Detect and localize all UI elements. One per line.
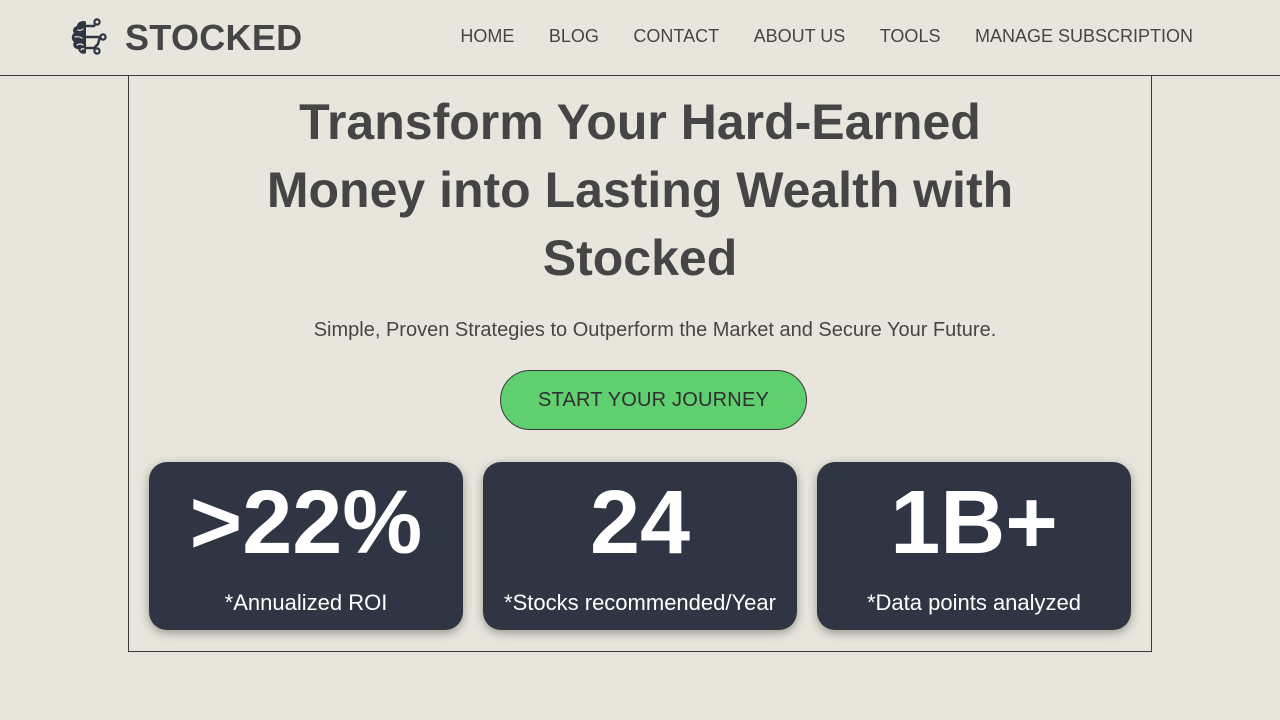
brain-circuit-icon — [71, 18, 107, 55]
stat-value: 1B+ — [890, 473, 1058, 573]
nav-home[interactable]: HOME — [460, 26, 514, 47]
stat-value: 24 — [589, 473, 691, 573]
nav-blog[interactable]: BLOG — [549, 26, 599, 47]
site-header: STOCKED HOME BLOG CONTACT ABOUT US TOOLS… — [0, 0, 1280, 76]
brand-logo[interactable]: STOCKED — [70, 17, 302, 59]
stat-card-data-points: 1B+ *Data points analyzed — [817, 462, 1131, 630]
stat-value: >22% — [189, 473, 423, 573]
stat-label: *Data points analyzed — [866, 590, 1082, 615]
stat-label: *Stocks recommended/Year — [504, 590, 776, 615]
hero-headline: Transform Your Hard-Earned Money into La… — [0, 88, 1280, 292]
hero-subtitle: Simple, Proven Strategies to Outperform … — [313, 319, 997, 341]
main-nav: HOME BLOG CONTACT ABOUT US TOOLS MANAGE … — [460, 26, 1193, 47]
nav-about-us[interactable]: ABOUT US — [754, 26, 846, 47]
nav-contact[interactable]: CONTACT — [633, 26, 719, 47]
stat-label: *Annualized ROI — [224, 590, 388, 615]
start-journey-button[interactable]: START YOUR JOURNEY — [500, 370, 807, 430]
hero-headline-text: Transform Your Hard-Earned Money into La… — [266, 94, 1014, 286]
nav-manage-subscription[interactable]: MANAGE SUBSCRIPTION — [975, 26, 1193, 47]
brand-name: STOCKED — [125, 17, 303, 58]
stat-card-roi: >22% *Annualized ROI — [149, 462, 463, 630]
nav-tools[interactable]: TOOLS — [880, 26, 941, 47]
stat-card-stocks: 24 *Stocks recommended/Year — [483, 462, 797, 630]
